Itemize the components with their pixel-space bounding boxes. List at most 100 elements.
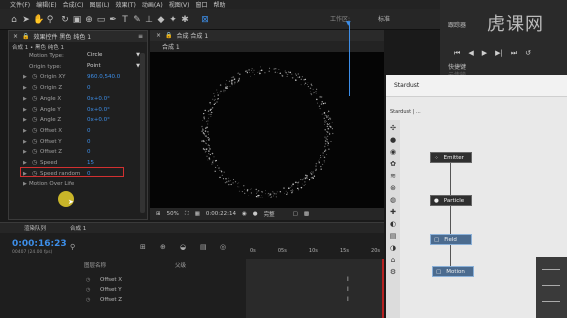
effect-controls-tab[interactable]: × 🔒 效果控件 黑色 纯色 1 ≡ xyxy=(9,31,147,42)
next-frame-icon[interactable]: ▶| xyxy=(495,49,503,58)
expand-triangle-icon[interactable]: ▶ xyxy=(23,107,27,113)
menu-edit[interactable]: 编辑(E) xyxy=(36,0,56,9)
stopwatch-icon[interactable]: ◷ xyxy=(86,277,90,283)
expand-triangle-icon[interactable]: ▶ xyxy=(23,85,27,91)
node-type-icon[interactable]: ≋ xyxy=(389,172,397,180)
tracker-label[interactable]: 跟踪器 xyxy=(448,20,466,29)
effect-scrollbar[interactable] xyxy=(140,53,145,213)
snap-toggle-icon[interactable]: ⊠ xyxy=(200,15,210,25)
color-channel-icon[interactable]: ● xyxy=(253,211,258,217)
menu-file[interactable]: 文件(F) xyxy=(10,0,30,9)
workspace-selector[interactable]: 标准 xyxy=(378,14,390,23)
property-value[interactable]: 0x+0.0° xyxy=(87,96,110,102)
expand-triangle-icon[interactable]: ▶ xyxy=(23,160,27,166)
close-icon[interactable]: × xyxy=(13,33,18,40)
stopwatch-icon[interactable]: ◷ xyxy=(32,159,37,166)
play-icon[interactable]: ▶ xyxy=(482,49,487,58)
node-type-icon[interactable]: ⌂ xyxy=(389,256,397,264)
tab-comp-1[interactable]: 合成 1 xyxy=(70,224,86,232)
stopwatch-icon[interactable]: ◷ xyxy=(32,95,37,102)
property-row[interactable]: Origin type: Point ▼ xyxy=(9,62,147,73)
property-dropdown[interactable]: Point ▼ xyxy=(87,63,142,71)
rotate-tool-icon[interactable]: ↻ xyxy=(60,15,70,25)
property-value[interactable]: 0 xyxy=(87,149,91,155)
stopwatch-icon[interactable]: ◷ xyxy=(32,116,37,123)
node-type-icon[interactable]: ◉ xyxy=(389,148,397,156)
property-value[interactable]: 0 xyxy=(87,139,91,145)
magnification-icon[interactable]: ⊞ xyxy=(156,211,161,217)
field-node[interactable]: ▢ Field xyxy=(430,234,472,245)
node-type-icon[interactable]: ✚ xyxy=(389,208,397,216)
camera-tool-icon[interactable]: ▣ xyxy=(72,15,82,25)
track-area[interactable] xyxy=(246,259,384,318)
comp-flowchart-icon[interactable]: ⊞ xyxy=(140,243,146,251)
zoom-tool-icon[interactable]: ⚲ xyxy=(45,15,55,25)
panel-menu-icon[interactable]: ≡ xyxy=(138,33,143,40)
node-type-icon[interactable]: ✿ xyxy=(389,160,397,168)
property-row[interactable]: ▶ ◷ Angle Y 0x+0.0° xyxy=(9,105,147,116)
node-type-icon[interactable]: ⚙ xyxy=(389,268,397,276)
close-icon[interactable]: × xyxy=(156,32,161,39)
stopwatch-icon[interactable]: ◷ xyxy=(32,127,37,134)
prev-frame-icon[interactable]: ◀ xyxy=(468,49,473,58)
motion-node[interactable]: ▢ Motion xyxy=(432,266,474,277)
stopwatch-icon[interactable]: ◷ xyxy=(32,84,37,91)
property-row[interactable]: ▶ ◷ Offset Z 0 xyxy=(9,147,147,158)
time-ruler[interactable]: 0s 05s 10s 15s 20s xyxy=(246,248,384,258)
puppet-tool-icon[interactable]: ✱ xyxy=(180,15,190,25)
text-tool-icon[interactable]: T xyxy=(120,15,130,25)
menu-view[interactable]: 视图(V) xyxy=(169,0,190,9)
property-row[interactable]: ▶ ◷ Angle X 0x+0.0° xyxy=(9,94,147,105)
property-value[interactable]: 15 xyxy=(87,160,94,166)
draft-3d-icon[interactable]: ⊕ xyxy=(160,243,166,251)
menu-animation[interactable]: 动画(A) xyxy=(142,0,163,9)
selection-tool-icon[interactable]: ➤ xyxy=(21,15,31,25)
property-value[interactable]: 0 xyxy=(87,128,91,134)
node-type-icon[interactable]: ▤ xyxy=(389,232,397,240)
node-type-icon[interactable]: ◐ xyxy=(389,220,397,228)
property-row[interactable]: ▶ ◷ Origin XY 960.0,540.0 xyxy=(9,72,147,83)
expand-triangle-icon[interactable]: ▶ xyxy=(23,181,27,187)
expand-triangle-icon[interactable]: ▶ xyxy=(23,128,27,134)
keyframe-marker[interactable]: I xyxy=(347,286,349,293)
stopwatch-icon[interactable]: ◷ xyxy=(32,148,37,155)
snapshot-icon[interactable]: ◉ xyxy=(242,211,247,217)
node-type-icon[interactable]: ✣ xyxy=(389,124,397,132)
hand-tool-icon[interactable]: ✋ xyxy=(33,15,44,25)
property-value[interactable]: 0x+0.0° xyxy=(87,107,110,113)
layer-prop-offset-x[interactable]: Offset X xyxy=(100,277,122,283)
brush-tool-icon[interactable]: ✎ xyxy=(132,15,142,25)
lock-icon[interactable]: 🔒 xyxy=(22,33,29,40)
property-row[interactable]: ▶ ◷ Offset Y 0 xyxy=(9,137,147,148)
emitter-node[interactable]: ⁘ Emitter xyxy=(430,152,472,163)
menu-layer[interactable]: 图层(L) xyxy=(90,0,110,9)
stopwatch-icon[interactable]: ◷ xyxy=(86,287,90,293)
property-row[interactable]: ▶ ◷ Offset X 0 xyxy=(9,126,147,137)
expand-triangle-icon[interactable]: ▶ xyxy=(23,139,27,145)
clone-stamp-tool-icon[interactable]: ⊥ xyxy=(144,15,154,25)
current-time[interactable]: 0:00:22:14 xyxy=(206,211,236,217)
last-frame-icon[interactable]: ⏭ xyxy=(511,49,517,58)
timeline-timecode[interactable]: 0:00:16:23 xyxy=(12,239,67,249)
expand-triangle-icon[interactable]: ▶ xyxy=(23,149,27,155)
node-type-icon[interactable]: ⊛ xyxy=(389,184,397,192)
property-value[interactable]: 960.0,540.0 xyxy=(87,74,120,80)
fit-icon[interactable]: ⛶ xyxy=(185,211,189,218)
eraser-tool-icon[interactable]: ◆ xyxy=(156,15,166,25)
stopwatch-icon[interactable]: ◷ xyxy=(32,138,37,145)
current-time-indicator[interactable] xyxy=(349,22,350,96)
menu-effect[interactable]: 效果(T) xyxy=(116,0,136,9)
keyframe-marker[interactable]: I xyxy=(347,276,349,283)
transparency-icon[interactable]: ▩ xyxy=(304,211,309,217)
property-row[interactable]: ▶ ◷ Origin Z 0 xyxy=(9,83,147,94)
expand-triangle-icon[interactable]: ▶ xyxy=(23,74,27,80)
property-value[interactable]: 0 xyxy=(87,85,91,91)
menu-window[interactable]: 窗口 xyxy=(195,0,207,9)
expand-triangle-icon[interactable]: ▶ xyxy=(23,96,27,102)
expand-triangle-icon[interactable]: ▶ xyxy=(23,117,27,123)
pan-behind-tool-icon[interactable]: ⊕ xyxy=(84,15,94,25)
particle-node[interactable]: ● Particle xyxy=(430,195,472,206)
property-row[interactable]: ▶ ◷ Angle Z 0x+0.0° xyxy=(9,115,147,126)
shy-icon[interactable]: ◒ xyxy=(180,243,186,251)
search-icon[interactable]: ⚲ xyxy=(70,243,75,251)
